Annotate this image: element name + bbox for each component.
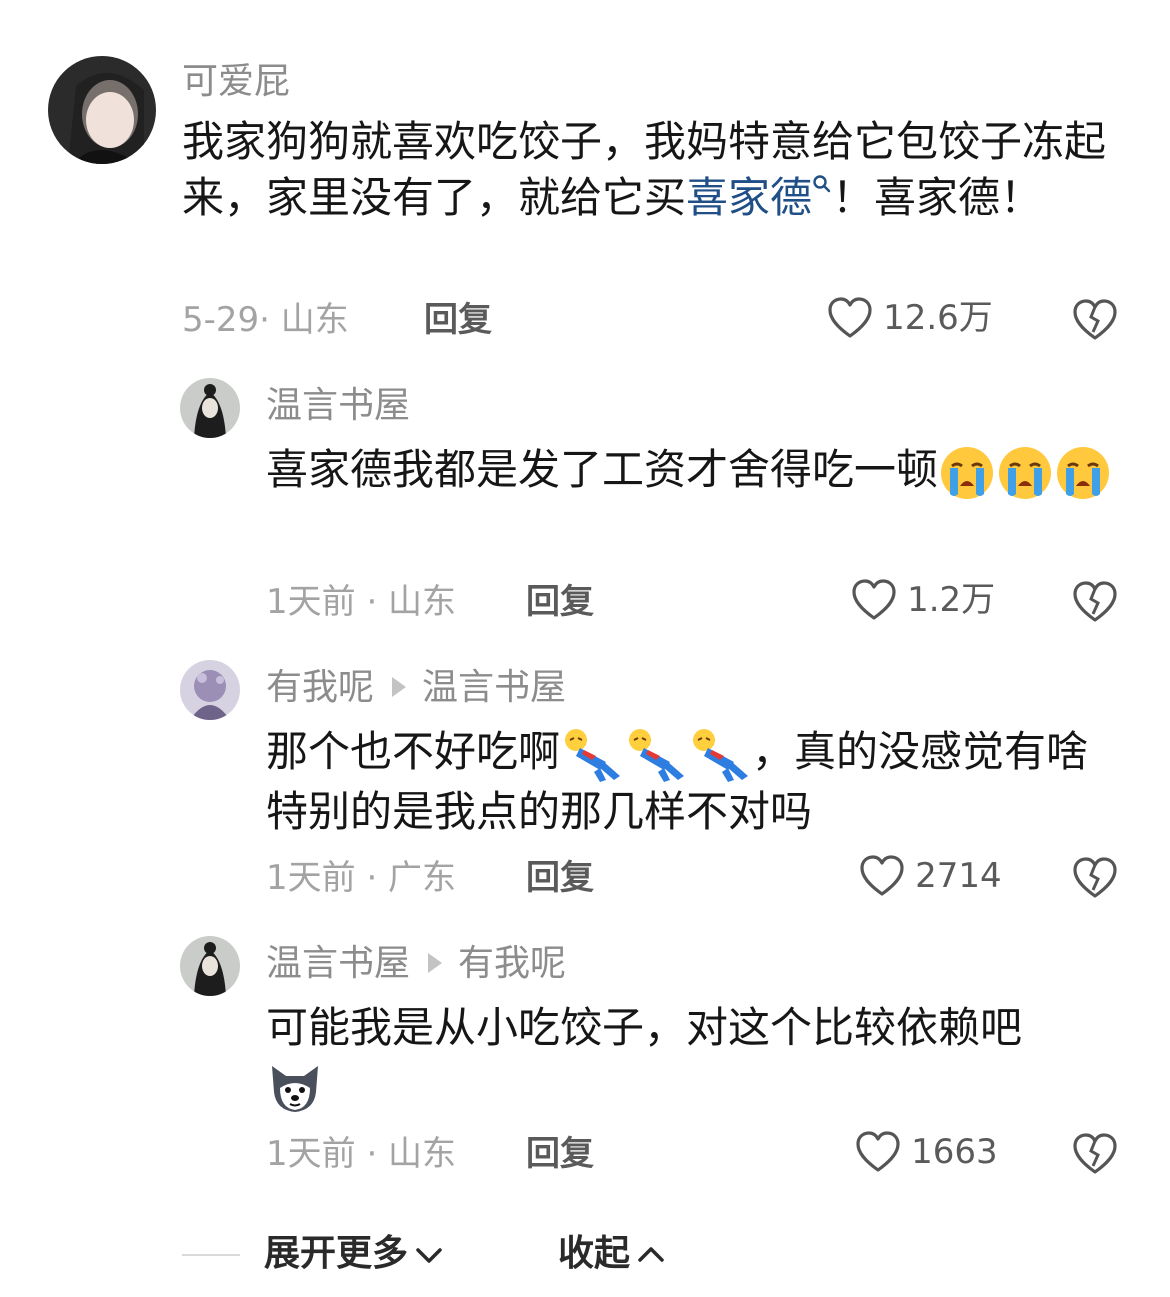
heart-outline-icon [856, 1131, 900, 1172]
falling-person-emoji [629, 728, 685, 782]
chevron-down-icon [416, 1248, 442, 1263]
like-button[interactable]: 2714 [858, 854, 1008, 904]
falling-person-emoji [565, 728, 621, 782]
comment-text: 可能我是从小吃饺子，对这个比较依赖吧 [266, 1000, 1126, 1116]
reply-button[interactable]: 回复 [526, 1132, 594, 1176]
comment-meta: 5-29· 山东 [182, 300, 349, 340]
chevron-up-icon [638, 1247, 664, 1262]
comment-text: 喜家德我都是发了工资才舍得吃一顿 [266, 442, 1126, 502]
comment-text: 那个也不好吃啊 ，真的没感觉有啥特别的是我点的那几样不对吗 [266, 727, 1089, 836]
reply-arrow-icon [392, 677, 407, 697]
comment-meta: 1天前 · 山东 [266, 582, 457, 622]
dislike-button[interactable] [1072, 298, 1118, 346]
heart-outline-icon [828, 297, 872, 338]
loudly-crying-face-emoji [999, 446, 1052, 499]
broken-heart-icon [1073, 857, 1117, 898]
reply-button[interactable]: 回复 [526, 856, 594, 900]
like-count: 1.2万 [907, 580, 996, 620]
broken-heart-icon [1073, 1133, 1117, 1174]
comment-meta: 1天前 · 山东 [266, 1134, 457, 1174]
reply-header: 温言书屋 有我呢 [266, 940, 566, 988]
like-count: 2714 [915, 856, 1002, 896]
heart-outline-icon [852, 579, 896, 620]
like-button[interactable]: 1663 [854, 1130, 1009, 1180]
broken-heart-icon [1073, 581, 1117, 622]
reply-to-username[interactable]: 有我呢 [458, 943, 566, 984]
comment-meta: 1天前 · 广东 [266, 858, 457, 898]
dislike-button[interactable] [1072, 856, 1118, 904]
reply-button[interactable]: 回复 [424, 298, 492, 342]
username[interactable]: 可爱屁 [182, 58, 290, 106]
like-button[interactable]: 12.6万 [826, 296, 1006, 346]
loudly-crying-face-emoji [941, 446, 994, 499]
heart-outline-icon [860, 855, 904, 896]
reply-arrow-icon [428, 953, 443, 973]
dislike-button[interactable] [1072, 580, 1118, 628]
avatar[interactable] [180, 660, 240, 720]
like-count: 12.6万 [883, 298, 993, 338]
comment-text: 我家狗狗就喜欢吃饺子，我妈特意给它包饺子冻起来，家里没有了，就给它买喜家德 ！喜家… [182, 117, 1107, 222]
shiba-dog-emoji [272, 1065, 318, 1112]
username[interactable]: 温言书屋 [266, 943, 410, 984]
username[interactable]: 温言书屋 [266, 382, 410, 430]
expand-more-button[interactable]: 展开更多 [264, 1230, 446, 1278]
loudly-crying-face-emoji [1057, 446, 1110, 499]
like-count: 1663 [911, 1132, 998, 1172]
dislike-button[interactable] [1072, 1132, 1118, 1180]
username[interactable]: 有我呢 [266, 667, 374, 708]
reply-to-username[interactable]: 温言书屋 [422, 667, 566, 708]
divider-line [182, 1254, 240, 1256]
falling-person-emoji [693, 728, 749, 782]
search-link[interactable]: 喜家德 [686, 173, 832, 222]
reply-header: 有我呢 温言书屋 [266, 664, 566, 712]
like-button[interactable]: 1.2万 [850, 578, 1010, 628]
reply-button[interactable]: 回复 [526, 580, 594, 624]
search-icon [813, 175, 831, 193]
collapse-button[interactable]: 收起 [558, 1230, 668, 1278]
avatar[interactable] [180, 936, 240, 996]
broken-heart-icon [1073, 299, 1117, 340]
avatar[interactable] [48, 56, 156, 164]
avatar[interactable] [180, 378, 240, 438]
